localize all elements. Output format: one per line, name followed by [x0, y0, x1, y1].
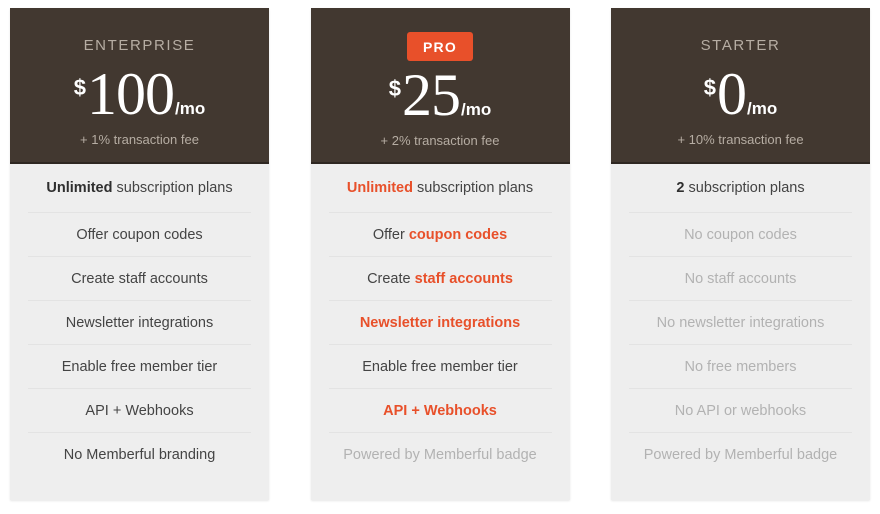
feature-text: Enable free member tier	[61, 358, 218, 375]
feature-label: No newsletter integrations	[657, 314, 825, 332]
feature-text: Newsletter integrations	[65, 314, 214, 331]
price-period: /mo	[461, 100, 492, 119]
feature-item: API + Webhooks	[28, 388, 251, 432]
feature-label: Unlimited subscription plans	[46, 179, 232, 197]
feature-label: Newsletter integrations	[360, 314, 520, 332]
feature-item: Newsletter integrations	[28, 300, 251, 344]
feature-item: Offer coupon codes	[328, 212, 552, 256]
price-amount: 25	[402, 62, 461, 128]
feature-item: No API or webhooks	[629, 388, 852, 432]
feature-item: Enable free member tier	[28, 344, 251, 388]
feature-item: Create staff accounts	[28, 256, 251, 300]
pricing-table: ENTERPRISE $100/mo + 1% transaction fee Unl…	[0, 0, 880, 514]
transaction-fee-note: + 10% transaction fee	[677, 132, 804, 147]
feature-text: Offer	[372, 226, 409, 243]
plan-price: $0/mo	[704, 63, 777, 125]
plan-header: STARTER $0/mo + 10% transaction fee	[611, 8, 870, 164]
plan-price: $25/mo	[389, 64, 491, 126]
feature-label: Enable free member tier	[62, 358, 218, 376]
feature-item: API + Webhooks	[328, 388, 552, 432]
transaction-fee-note: + 2% transaction fee	[380, 133, 500, 148]
feature-item: No staff accounts	[629, 256, 852, 300]
feature-label: No staff accounts	[685, 270, 797, 288]
feature-text: API + Webhooks	[85, 402, 194, 419]
feature-item: Enable free member tier	[328, 344, 552, 388]
feature-text: subscription plans	[684, 180, 805, 196]
feature-item: Unlimited subscription plans	[28, 164, 251, 212]
feature-text: No coupon codes	[684, 226, 797, 243]
price-currency: $	[703, 75, 716, 100]
plan-name-badge: PRO	[407, 32, 473, 61]
feature-item: No free members	[629, 344, 852, 388]
feature-item: Powered by Memberful badge	[629, 432, 852, 476]
feature-emphasis: Unlimited	[346, 180, 413, 196]
feature-item: Offer coupon codes	[28, 212, 251, 256]
feature-list: Unlimited subscription plans Offer coupon…	[10, 164, 269, 476]
card-bottom-spacer	[311, 476, 570, 500]
feature-emphasis: coupon codes	[408, 226, 508, 243]
plan-card: STARTER $0/mo + 10% transaction fee 2 subsc…	[611, 8, 870, 500]
feature-label: Offer coupon codes	[373, 226, 507, 244]
feature-label: Newsletter integrations	[66, 314, 214, 332]
feature-text: Newsletter integrations	[359, 314, 521, 331]
feature-text: Powered by Memberful badge	[343, 446, 537, 463]
transaction-fee-note: + 1% transaction fee	[80, 132, 199, 147]
feature-list: Unlimited subscription plans Offer coupon…	[311, 164, 570, 476]
price-amount: 100	[87, 61, 175, 127]
price-currency: $	[73, 75, 86, 100]
feature-text: subscription plans	[112, 180, 233, 196]
feature-list: 2 subscription plans No coupon codes No st…	[611, 164, 870, 476]
plan-card: PRO $25/mo + 2% transaction fee Unlimited s…	[310, 8, 570, 500]
feature-item: Unlimited subscription plans	[329, 164, 552, 212]
feature-text: Offer coupon codes	[76, 226, 203, 243]
feature-label: No coupon codes	[684, 226, 797, 244]
feature-emphasis: Unlimited	[46, 180, 113, 196]
feature-label: Enable free member tier	[362, 358, 518, 376]
feature-label: 2 subscription plans	[676, 179, 804, 197]
feature-label: API + Webhooks	[85, 402, 193, 420]
plan-price: $100/mo	[74, 63, 205, 125]
price-currency: $	[388, 76, 401, 101]
feature-label: Create staff accounts	[367, 270, 513, 288]
feature-label: No free members	[684, 358, 796, 376]
feature-label: Offer coupon codes	[76, 226, 202, 244]
feature-text: No newsletter integrations	[656, 314, 825, 331]
card-bottom-spacer	[611, 476, 870, 500]
feature-item: No newsletter integrations	[629, 300, 852, 344]
plan-name: STARTER	[700, 37, 781, 54]
feature-item: Powered by Memberful badge	[328, 432, 552, 476]
feature-label: Powered by Memberful badge	[343, 446, 536, 464]
feature-label: Unlimited subscription plans	[347, 179, 533, 197]
price-amount: 0	[717, 61, 747, 127]
feature-text: No API or webhooks	[674, 402, 807, 419]
feature-item: No Memberful branding	[28, 432, 251, 476]
feature-text: subscription plans	[412, 180, 534, 196]
feature-item: Newsletter integrations	[328, 300, 552, 344]
feature-text: Create staff accounts	[71, 270, 208, 287]
feature-text: Enable free member tier	[362, 358, 518, 375]
feature-item: No coupon codes	[629, 212, 852, 256]
price-period: /mo	[747, 99, 778, 118]
price-period: /mo	[175, 99, 206, 118]
plan-header: ENTERPRISE $100/mo + 1% transaction fee	[10, 8, 269, 164]
plan-name: ENTERPRISE	[83, 37, 196, 54]
feature-item: Create staff accounts	[328, 256, 552, 300]
feature-text: No free members	[684, 358, 797, 375]
feature-text: No Memberful branding	[63, 446, 216, 463]
feature-text: No staff accounts	[684, 270, 797, 287]
plan-header: PRO $25/mo + 2% transaction fee	[310, 8, 570, 164]
card-bottom-spacer	[10, 476, 269, 500]
feature-label: No API or webhooks	[675, 402, 806, 420]
feature-label: Powered by Memberful badge	[644, 446, 837, 464]
feature-label: Create staff accounts	[71, 270, 208, 288]
feature-text: API + Webhooks	[383, 402, 497, 419]
feature-text: Powered by Memberful badge	[643, 446, 838, 463]
feature-text: Create	[367, 270, 415, 287]
feature-label: API + Webhooks	[383, 402, 497, 420]
feature-label: No Memberful branding	[64, 446, 216, 464]
feature-item: 2 subscription plans	[629, 164, 852, 212]
feature-emphasis: staff accounts	[414, 270, 513, 287]
plan-card: ENTERPRISE $100/mo + 1% transaction fee Unl…	[10, 8, 269, 500]
